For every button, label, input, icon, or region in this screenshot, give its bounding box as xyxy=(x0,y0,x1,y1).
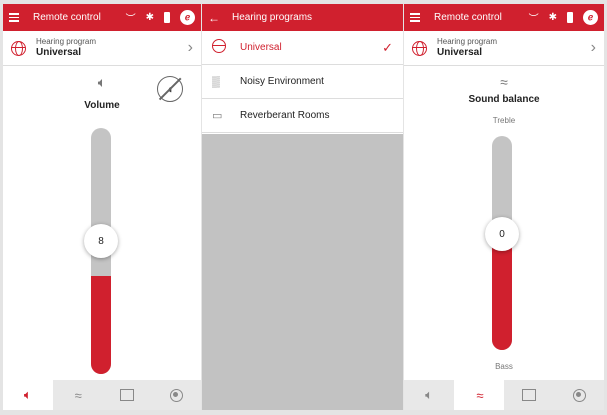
globe-icon xyxy=(11,40,26,56)
bluetooth-icon: ✱ xyxy=(548,12,557,23)
list-item[interactable]: ▭ Reverberant Rooms xyxy=(202,99,403,133)
radio-icon xyxy=(572,388,586,402)
bass-label: Bass xyxy=(495,362,513,371)
globe-icon xyxy=(212,39,230,56)
room-icon xyxy=(522,389,536,401)
tab-programs[interactable] xyxy=(504,380,554,410)
tab-programs[interactable] xyxy=(102,380,152,410)
mute-icon[interactable]: ◖ xyxy=(157,76,183,102)
wave-icon: ≈ xyxy=(476,387,483,403)
tab-volume[interactable]: 🔈︎ xyxy=(404,380,454,410)
app-title: Hearing programs xyxy=(232,12,313,23)
wave-icon: ≈ xyxy=(74,387,82,403)
list-item[interactable]: Universal ✓ xyxy=(202,31,403,65)
program-name: Universal xyxy=(240,42,282,53)
brand-logo-icon: ℯ xyxy=(180,10,195,25)
sound-balance-control: ≈ Sound balance Treble 0 Bass xyxy=(404,66,604,384)
volume-slider-thumb[interactable]: 8 xyxy=(84,224,118,258)
menu-icon[interactable] xyxy=(410,13,424,22)
battery-icon xyxy=(567,12,573,23)
screen-hearing-programs: ← Hearing programs Universal ✓ ▒ Noisy E… xyxy=(202,4,403,410)
hearing-aid-status-icon: ︶ xyxy=(125,14,136,25)
program-label: Hearing program xyxy=(437,37,498,47)
app-bar: ← Hearing programs xyxy=(202,4,403,31)
screen-sound-balance: Remote control ︶ ✱ ℯ Hearing program Uni… xyxy=(404,4,604,410)
bottom-nav: 🔈︎ ≈ xyxy=(404,380,604,410)
chevron-right-icon: › xyxy=(590,39,596,56)
program-value: Universal xyxy=(36,46,82,58)
app-bar: Remote control ︶ ✱ ℯ xyxy=(3,4,201,31)
screen-volume: Remote control ︶ ✱ ℯ Hearing program Uni… xyxy=(3,4,201,410)
sound-balance-title: Sound balance xyxy=(468,94,540,105)
balance-slider-fill xyxy=(492,243,512,350)
program-name: Reverberant Rooms xyxy=(240,110,330,121)
check-icon: ✓ xyxy=(382,39,393,55)
tab-settings[interactable] xyxy=(554,380,604,410)
app-bar: Remote control ︶ ✱ ℯ xyxy=(404,4,604,31)
bottom-nav: 🔈︎ ≈ xyxy=(3,380,201,410)
tab-sound-balance[interactable]: ≈ xyxy=(53,380,103,410)
list-item[interactable]: ▒ Noisy Environment xyxy=(202,65,403,99)
noise-icon: ▒ xyxy=(212,75,220,88)
speaker-icon: 🔈︎ xyxy=(425,387,433,402)
globe-icon xyxy=(412,40,427,56)
tab-volume[interactable]: 🔈︎ xyxy=(3,380,53,410)
radio-icon xyxy=(169,388,183,402)
program-name: Noisy Environment xyxy=(240,76,324,87)
tab-sound-balance[interactable]: ≈ xyxy=(454,380,504,410)
screens: Remote control ︶ ✱ ℯ Hearing program Uni… xyxy=(0,0,607,415)
hearing-program-selector[interactable]: Hearing program Universal › xyxy=(3,31,201,66)
volume-slider-fill xyxy=(91,275,111,374)
room-icon xyxy=(119,389,134,401)
program-list: Universal ✓ ▒ Noisy Environment ▭ Reverb… xyxy=(202,31,403,133)
program-label: Hearing program xyxy=(36,37,97,47)
app-title: Remote control xyxy=(434,12,502,23)
menu-icon[interactable] xyxy=(9,13,23,22)
back-arrow-icon[interactable]: ← xyxy=(208,11,220,25)
program-value: Universal xyxy=(437,46,483,58)
speaker-icon: 🔈︎ xyxy=(23,387,32,402)
tab-settings[interactable] xyxy=(152,380,202,410)
hearing-program-selector[interactable]: Hearing program Universal › xyxy=(404,31,604,66)
room-icon: ▭ xyxy=(212,110,223,122)
brand-logo-icon: ℯ xyxy=(583,10,598,25)
treble-label: Treble xyxy=(492,116,516,125)
bluetooth-icon: ✱ xyxy=(145,12,154,23)
app-title: Remote control xyxy=(33,12,101,23)
chevron-right-icon: › xyxy=(187,39,193,56)
battery-icon xyxy=(164,12,170,23)
hearing-aid-status-icon: ︶ xyxy=(528,14,539,25)
empty-area xyxy=(202,134,403,410)
wave-icon: ≈ xyxy=(500,74,508,90)
volume-control: 🔈︎ Volume ◖ 8 xyxy=(3,66,201,384)
balance-slider-thumb[interactable]: 0 xyxy=(485,217,519,251)
